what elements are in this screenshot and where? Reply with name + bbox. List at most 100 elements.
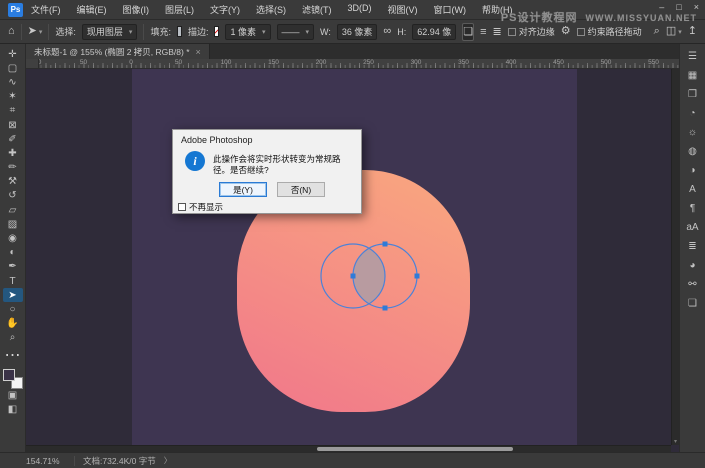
yes-button[interactable]: 是(Y) [219,182,267,197]
ruler-corner [26,59,39,69]
link-dimensions-icon[interactable]: ∞ [383,26,391,37]
constrain-path-dragging-checkbox[interactable]: 约束路径拖动 [577,25,642,38]
menu-items: 文件(F) 编辑(E) 图像(I) 图层(L) 文字(Y) 选择(S) 滤镜(T) 3D(D)… [31,3,513,16]
history-brush-tool[interactable]: ↺ [3,189,23,203]
photoshop-logo-icon: Ps [8,3,23,17]
horizontal-scrollbar[interactable] [26,445,671,452]
paragraph-panel[interactable]: ¶ [683,200,703,217]
menu-item[interactable]: 编辑(E) [77,3,107,16]
height-input[interactable]: 62.94 像 [412,24,456,40]
fill-color-swatch[interactable] [177,26,182,37]
quick-mask-button[interactable]: ▣ [3,389,23,403]
stroke-width-dropdown[interactable]: 1 像素 ▾ [225,24,270,40]
edit-toolbar-ellipsis[interactable]: ⋯ [5,345,21,365]
learn-panel[interactable]: ☼ [683,124,703,141]
path-arrangement-button[interactable]: ≣ [493,23,502,41]
zoom-level-field[interactable]: 154.71% [26,456,66,466]
color-wheel-panel[interactable]: ◕ [683,257,703,274]
menu-item[interactable]: 视图(V) [388,3,418,16]
character-panel[interactable]: A [683,181,703,198]
document-tab[interactable]: 未标题-1 @ 155% (椭圆 2 拷贝, RGB/8) * × [26,44,210,59]
menu-item[interactable]: 滤镜(T) [302,3,332,16]
type-tool[interactable]: T [3,274,23,288]
status-menu-arrow-icon[interactable]: 〉 [164,455,172,466]
checkbox-icon [178,203,186,211]
menu-item[interactable]: 选择(S) [256,3,286,16]
menu-item[interactable]: 图层(L) [165,3,194,16]
path-selection-tool[interactable]: ➤ [3,288,23,302]
menu-item[interactable]: 文字(Y) [210,3,240,16]
color-swatches[interactable] [3,369,23,389]
menu-item[interactable]: 3D(D) [348,3,372,16]
adjustments-panel[interactable]: ❐ [683,86,703,103]
marquee-tool[interactable]: ▢ [3,61,23,75]
character-styles-panel[interactable]: ≣ [683,238,703,255]
watermark: PS设计教程网 WWW.MISSYUAN.NET [501,9,697,25]
menu-item[interactable]: 图像(I) [123,3,150,16]
canvas[interactable]: Adobe Photoshop i 此操作会将实时形状转变为常规路径。是否继续?… [26,69,679,452]
status-bar: 154.71% 文档:732.4K/0 字节 〉 [0,452,705,468]
gradient-tool[interactable]: ▨ [3,217,23,231]
select-mode-dropdown[interactable]: 现用图层 ▾ [82,24,138,40]
libraries-panel[interactable]: ▦ [683,67,703,84]
gradients-panel[interactable]: ◍ [683,143,703,160]
workspace-icon: ◫ [666,26,676,37]
swatches-panel[interactable]: ◔ [683,105,703,122]
properties-panel[interactable]: ☰ [683,48,703,65]
path-alignment-button[interactable]: ≡ [480,23,486,41]
current-tool-preset[interactable]: ➤ ▾ [28,26,43,37]
workspace-switcher[interactable]: ◫ ▾ [666,26,682,37]
search-icon[interactable]: ⌕ [654,26,660,37]
frame-tool[interactable]: ⊠ [3,118,23,132]
glyphs-panel[interactable]: aA [683,219,703,236]
gear-icon[interactable]: ⚙ [561,26,571,37]
clone-stamp-tool[interactable]: ⚒ [3,175,23,189]
healing-brush-tool[interactable]: ✚ [3,146,23,160]
align-edges-checkbox[interactable]: 对齐边缘 [508,25,555,38]
no-button[interactable]: 否(N) [277,182,325,197]
dodge-tool[interactable]: ◐ [3,246,23,260]
document-info: 文档:732.4K/0 字节 [83,455,156,467]
adobe-photoshop-dialog: Adobe Photoshop i 此操作会将实时形状转变为常规路径。是否继续?… [172,129,362,214]
move-tool[interactable]: ✛ [3,47,23,61]
magic-wand-tool[interactable]: ✶ [3,90,23,104]
home-icon[interactable]: ⌂ [8,26,15,37]
menu-item[interactable]: 文件(F) [31,3,61,16]
lasso-tool[interactable]: ∿ [3,75,23,89]
hand-tool[interactable]: ✋ [3,317,23,331]
ellipse-shape-tool[interactable]: ○ [3,302,23,316]
blur-tool[interactable]: ◉ [3,231,23,245]
stroke-color-swatch[interactable] [214,26,219,37]
brush-tool[interactable]: ✏ [3,161,23,175]
path-operations-button[interactable]: ❏ [462,23,474,41]
horizontal-scrollbar-thumb[interactable] [317,447,513,451]
vertical-scrollbar[interactable]: ▾ [671,69,679,445]
document-area: 未标题-1 @ 155% (椭圆 2 拷贝, RGB/8) * × 100500… [26,44,679,452]
layers-panel[interactable]: ❏ [683,295,703,312]
live-shape-ellipse-paths[interactable] [315,240,423,314]
paths-panel[interactable]: ⚯ [683,276,703,293]
width-input[interactable]: 36 像素 [337,24,378,40]
eraser-tool[interactable]: ▱ [3,203,23,217]
anchor-bottom [383,306,388,311]
menu-item[interactable]: 窗口(W) [434,3,467,16]
tools-panel: ✛▢∿✶⌗⊠✐✚✏⚒↺▱▨◉◐✒T➤○✋⌕⋯ ▣ ◧ [0,44,26,452]
panel-dock: ☰ ▦ ❐ ◔ ☼ ◍ ◑ A ¶ aA ≣ ◕ ⚯ ❏ [679,44,705,452]
zoom-tool[interactable]: ⌕ [3,331,23,345]
stroke-style-dropdown[interactable]: —— ▾ [277,24,315,40]
crop-tool[interactable]: ⌗ [3,104,23,118]
share-icon[interactable]: ↥ [688,26,697,37]
dont-show-again-checkbox[interactable]: 不再显示 [178,201,223,213]
patterns-panel[interactable]: ◑ [683,162,703,179]
foreground-color-swatch[interactable] [3,369,15,381]
tab-close-icon[interactable]: × [196,47,201,57]
ruler-tick-label: 50 [175,59,182,66]
watermark-url: WWW.MISSYUAN.NET [586,13,698,23]
document-tab-title: 未标题-1 @ 155% (椭圆 2 拷贝, RGB/8) * [34,46,190,58]
pen-tool[interactable]: ✒ [3,260,23,274]
scroll-down-icon[interactable]: ▾ [674,438,677,445]
screen-mode-button[interactable]: ◧ [3,403,23,417]
width-label: W: [320,27,331,37]
eyedropper-tool[interactable]: ✐ [3,132,23,146]
dialog-title: Adobe Photoshop [173,130,361,145]
